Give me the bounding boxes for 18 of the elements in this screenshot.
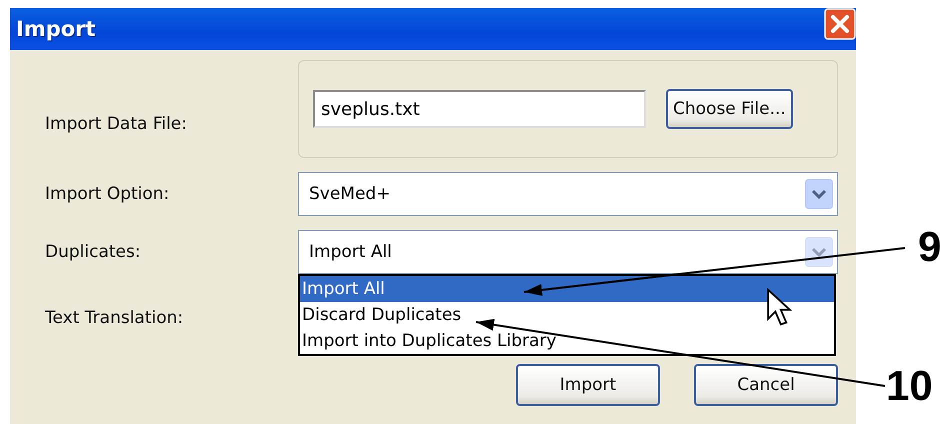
dialog-button[interactable]: Cancel (694, 364, 838, 406)
dropdown-option[interactable]: Import into Duplicates Library (300, 328, 834, 354)
field-label: Import Option: (45, 184, 170, 204)
mouse-pointer-icon (766, 288, 792, 328)
callout-number: 10 (886, 365, 933, 407)
dropdown-field[interactable]: Import All (298, 230, 838, 274)
choose-file-button[interactable]: Choose File... (666, 89, 793, 129)
field-label: Duplicates: (45, 242, 142, 262)
callout-number: 9 (918, 226, 942, 268)
dropdown-field[interactable]: SveMed+ (298, 172, 838, 216)
dialog-button[interactable]: Import (516, 364, 660, 406)
dropdown-option[interactable]: Discard Duplicates (300, 302, 834, 328)
field-label: Text Translation: (45, 308, 184, 328)
file-input[interactable]: sveplus.txt (313, 90, 646, 128)
dropdown-option[interactable]: Import All (300, 276, 834, 302)
field-label: Import Data File: (45, 113, 188, 134)
close-icon[interactable] (824, 7, 856, 41)
window-title: Import (15, 17, 96, 41)
